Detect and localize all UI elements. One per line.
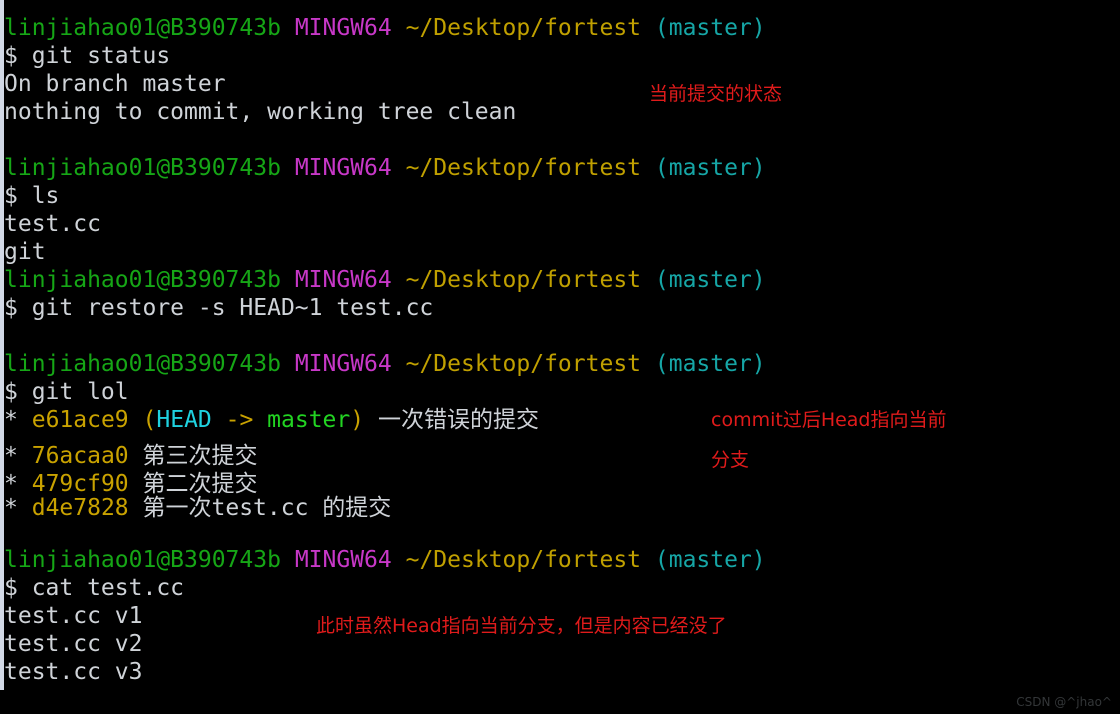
prompt-line: linjiahao01@B390743b MINGW64 ~/Desktop/f… xyxy=(4,266,766,294)
prompt-line: linjiahao01@B390743b MINGW64 ~/Desktop/f… xyxy=(4,350,766,378)
prompt-user-host: linjiahao01@B390743b xyxy=(4,351,281,377)
prompt-branch: (master) xyxy=(654,155,766,181)
output-file-test-cc: test.cc xyxy=(4,211,101,237)
prompt-user-host: linjiahao01@B390743b xyxy=(4,267,281,293)
git-log-entry: * d4e7828 第一次test.cc 的提交 xyxy=(4,494,391,522)
commit-message: 第一次test.cc 的提交 xyxy=(142,495,392,521)
git-graph-marker: * xyxy=(4,407,18,433)
command-cat-test-cc: $ cat test.cc xyxy=(4,575,185,601)
prompt-user-host: linjiahao01@B390743b xyxy=(4,547,281,573)
terminal-window: linjiahao01@B390743b MINGW64 ~/Desktop/f… xyxy=(0,0,1120,714)
output-test-cc-v2: test.cc v2 xyxy=(4,631,143,657)
ref-arrow: -> xyxy=(211,407,268,433)
prompt-line: linjiahao01@B390743b MINGW64 ~/Desktop/f… xyxy=(4,546,766,574)
command-ls: $ ls xyxy=(4,183,60,209)
annotation-content-gone: 此时虽然Head指向当前分支，但是内容已经没了 xyxy=(316,615,727,637)
commit-hash: 76acaa0 xyxy=(31,443,129,469)
git-log-entry: * e61ace9 (HEAD -> master) 一次错误的提交 xyxy=(4,406,539,434)
prompt-path: ~/Desktop/fortest xyxy=(405,155,642,181)
prompt-shell: MINGW64 xyxy=(294,15,392,41)
prompt-line: linjiahao01@B390743b MINGW64 ~/Desktop/f… xyxy=(4,14,766,42)
output-on-branch-master: On branch master xyxy=(4,71,226,97)
annotation-head-points-line1: commit过后Head指向当前 xyxy=(711,409,947,431)
csdn-watermark: CSDN @^jhao^ xyxy=(1016,695,1112,709)
commit-hash: d4e7828 xyxy=(31,495,129,521)
output-test-cc-v1: test.cc v1 xyxy=(4,603,143,629)
prompt-line: linjiahao01@B390743b MINGW64 ~/Desktop/f… xyxy=(4,154,766,182)
commit-hash: e61ace9 xyxy=(31,407,129,433)
prompt-shell: MINGW64 xyxy=(294,155,392,181)
git-log-entry: * 76acaa0 第三次提交 xyxy=(4,442,258,470)
refs-open-paren: ( xyxy=(142,407,157,433)
prompt-branch: (master) xyxy=(654,351,766,377)
prompt-path: ~/Desktop/fortest xyxy=(405,267,642,293)
git-graph-marker: * xyxy=(4,495,18,521)
prompt-path: ~/Desktop/fortest xyxy=(405,547,642,573)
command-git-status: $ git status xyxy=(4,43,171,69)
prompt-shell: MINGW64 xyxy=(294,267,392,293)
prompt-user-host: linjiahao01@B390743b xyxy=(4,155,281,181)
prompt-branch: (master) xyxy=(654,15,766,41)
commit-message: 一次错误的提交 xyxy=(377,407,539,433)
prompt-shell: MINGW64 xyxy=(294,547,392,573)
commit-message: 第三次提交 xyxy=(142,443,258,469)
command-git-lol: $ git lol xyxy=(4,379,129,405)
prompt-path: ~/Desktop/fortest xyxy=(405,15,642,41)
terminal-console-output: linjiahao01@B390743b MINGW64 ~/Desktop/f… xyxy=(4,0,1120,714)
refs-close-paren: ) xyxy=(350,407,365,433)
prompt-branch: (master) xyxy=(654,547,766,573)
prompt-branch: (master) xyxy=(654,267,766,293)
output-file-git: git xyxy=(4,239,46,265)
output-nothing-to-commit: nothing to commit, working tree clean xyxy=(4,99,517,125)
annotation-head-points-line2: 分支 xyxy=(711,449,750,471)
command-git-restore: $ git restore -s HEAD~1 test.cc xyxy=(4,295,434,321)
output-test-cc-v3: test.cc v3 xyxy=(4,659,143,685)
head-ref: HEAD xyxy=(156,407,212,433)
annotation-current-commit-state: 当前提交的状态 xyxy=(649,83,783,105)
prompt-shell: MINGW64 xyxy=(294,351,392,377)
git-graph-marker: * xyxy=(4,443,18,469)
prompt-user-host: linjiahao01@B390743b xyxy=(4,15,281,41)
prompt-path: ~/Desktop/fortest xyxy=(405,351,642,377)
branch-ref: master xyxy=(267,407,351,433)
